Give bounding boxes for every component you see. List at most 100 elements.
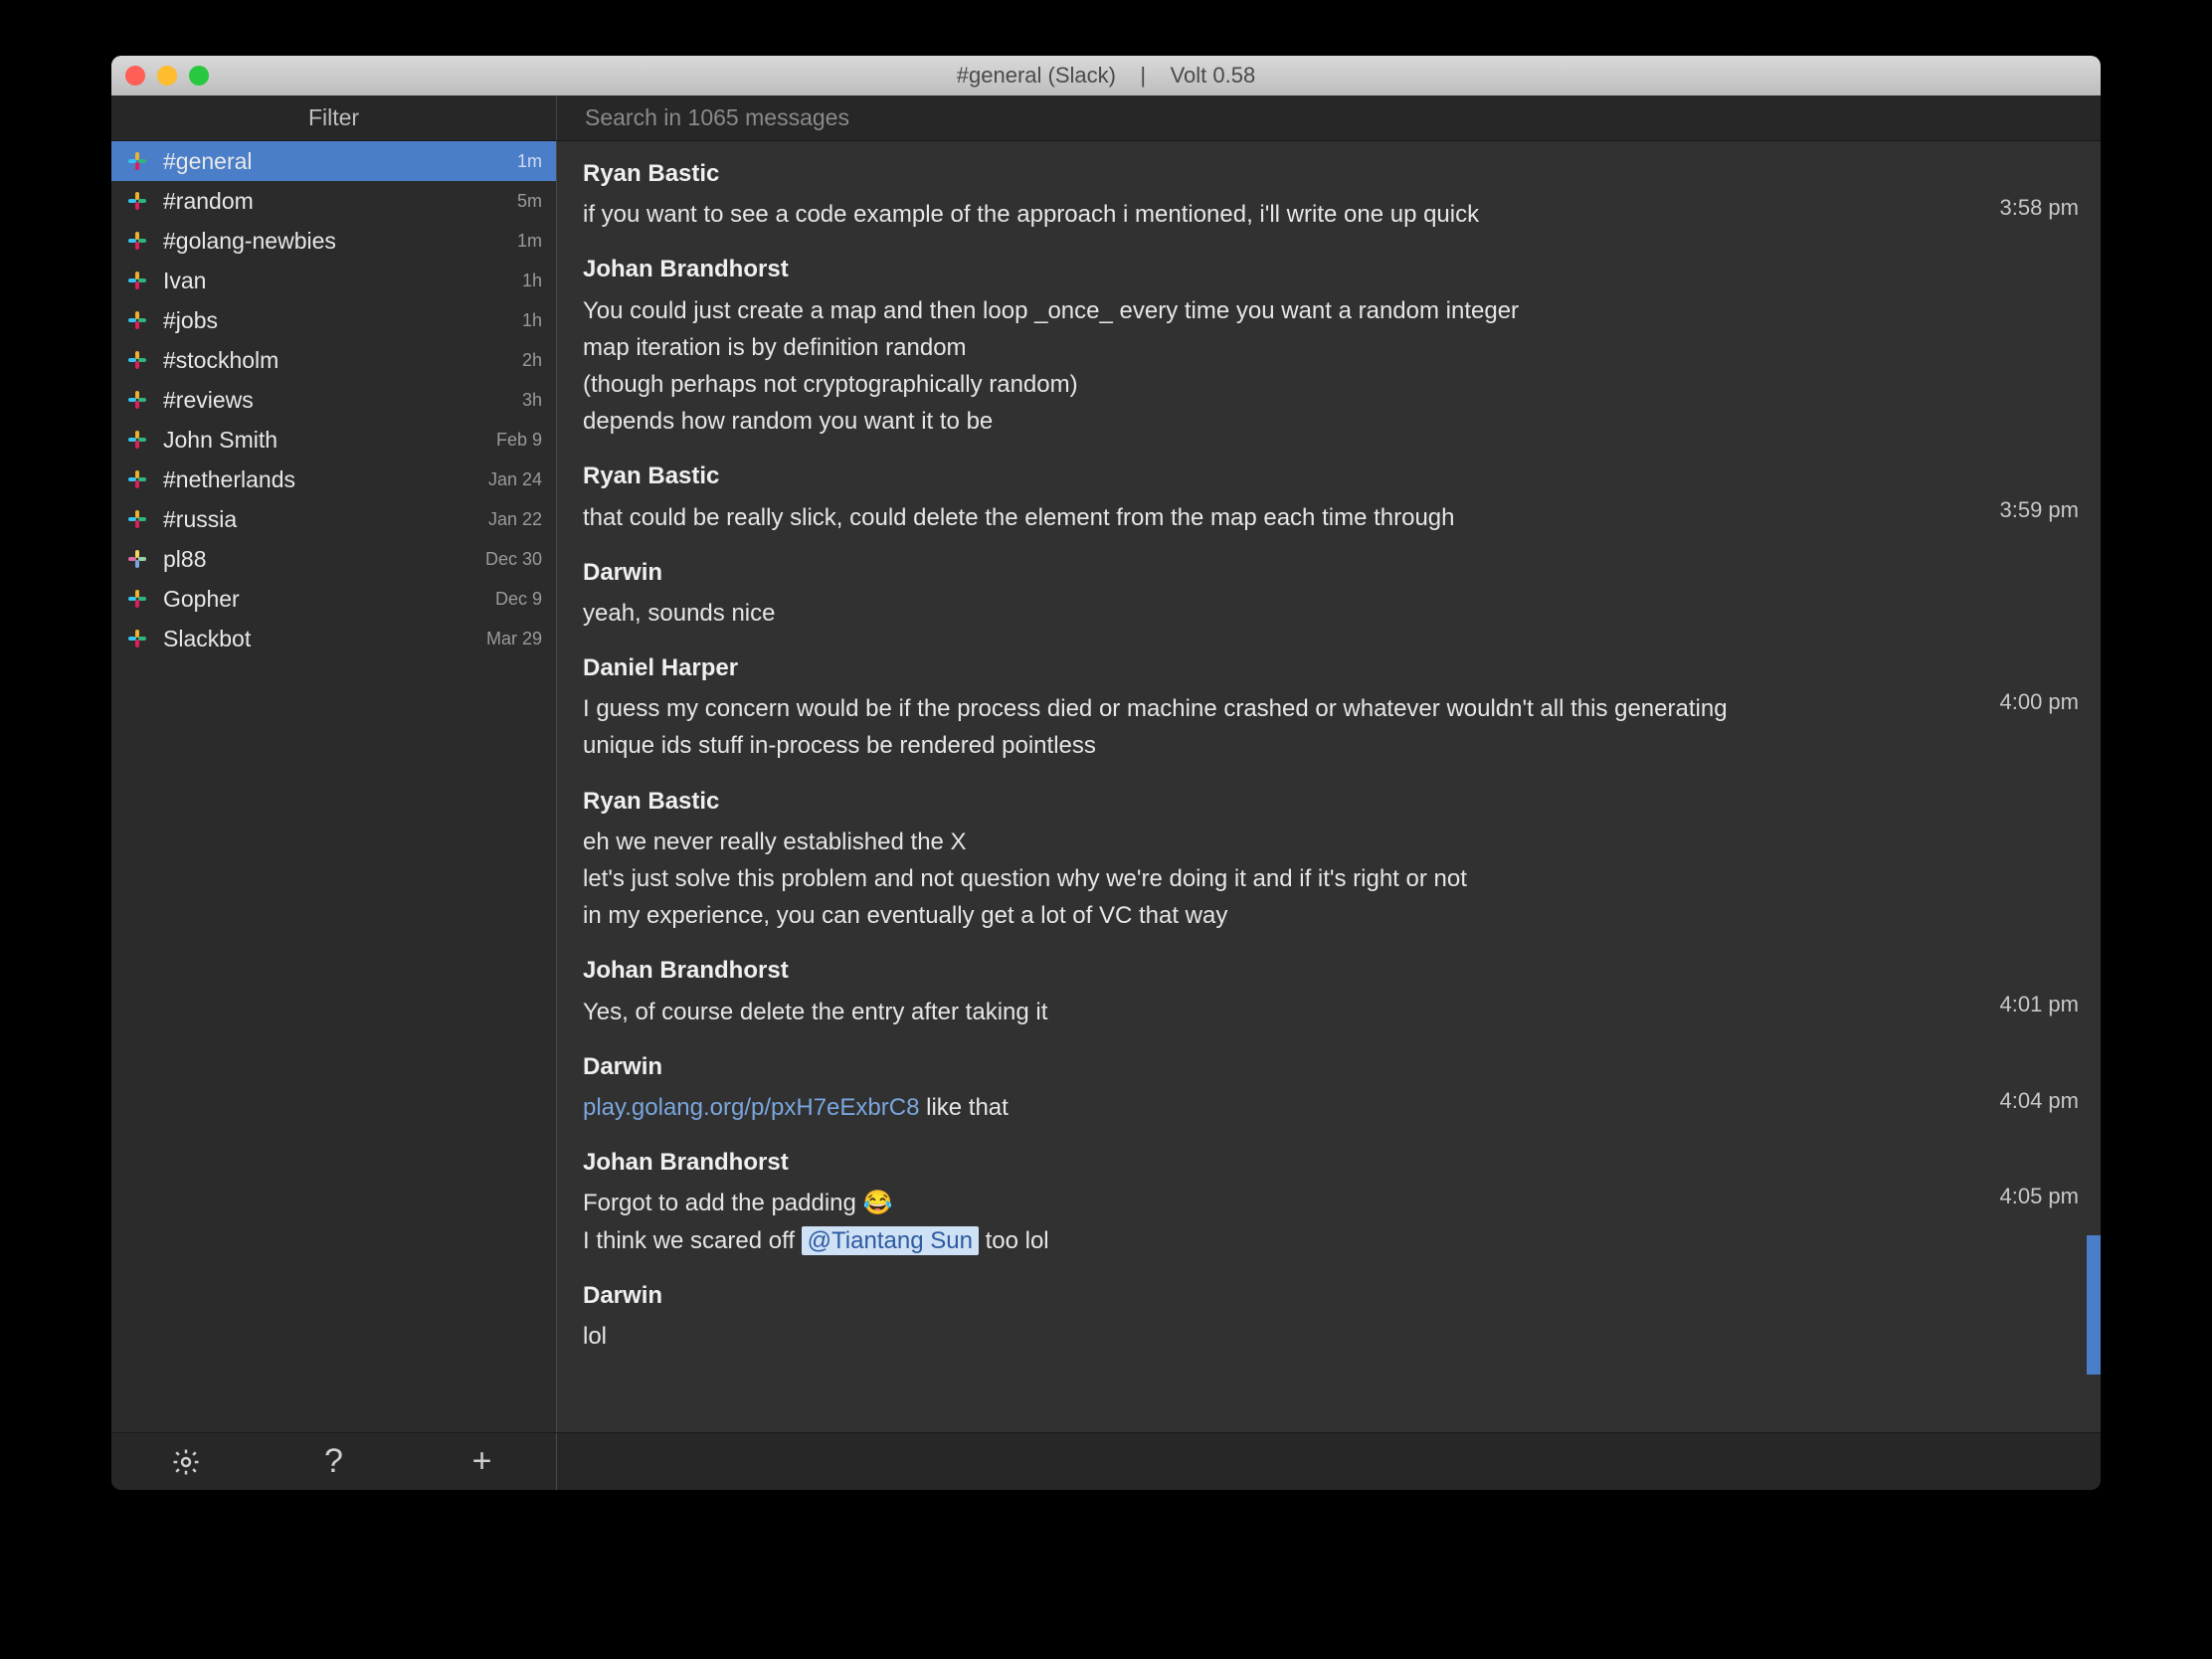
message-input[interactable]	[557, 1433, 2101, 1490]
channel-timestamp: 1h	[522, 310, 542, 331]
message-author: Darwin	[583, 1048, 2075, 1085]
channel-timestamp: 3h	[522, 390, 542, 411]
message-line: if you want to see a code example of the…	[583, 196, 1796, 233]
channel-name: #stockholm	[163, 347, 522, 374]
footer-controls: ? +	[111, 1433, 557, 1490]
message-group: Darwin lol	[583, 1277, 2075, 1355]
message-line: play.golang.org/p/pxH7eExbrC8 like that	[583, 1089, 1796, 1126]
message-line: Yes, of course delete the entry after ta…	[583, 994, 1796, 1030]
settings-button[interactable]	[111, 1433, 260, 1490]
channel-timestamp: Jan 22	[488, 509, 542, 530]
sidebar-item[interactable]: #random 5m	[111, 181, 556, 221]
window-title: #general (Slack) | Volt 0.58	[957, 63, 1255, 89]
message-author: Daniel Harper	[583, 649, 2075, 686]
sidebar-item[interactable]: pl88 Dec 30	[111, 539, 556, 579]
sidebar: #general 1m #random 5m #golang-newbies 1…	[111, 141, 557, 1432]
message-author: Darwin	[583, 1277, 2075, 1314]
message-author: Johan Brandhorst	[583, 1144, 2075, 1181]
slack-icon	[125, 507, 149, 531]
sidebar-item[interactable]: Slackbot Mar 29	[111, 619, 556, 658]
channel-timestamp: Feb 9	[496, 430, 542, 451]
message-group: Johan Brandhorst4:05 pmForgot to add the…	[583, 1144, 2075, 1259]
message-line: lol	[583, 1318, 1796, 1355]
channel-name: #random	[163, 188, 517, 215]
footer: ? +	[111, 1432, 2101, 1490]
sidebar-item[interactable]: #russia Jan 22	[111, 499, 556, 539]
gear-icon	[171, 1447, 201, 1477]
channel-timestamp: 1m	[517, 151, 542, 172]
message-author: Johan Brandhorst	[583, 952, 2075, 989]
sidebar-item[interactable]: Ivan 1h	[111, 261, 556, 300]
slack-icon	[125, 308, 149, 332]
message-line: I think we scared off @Tiantang Sun too …	[583, 1222, 1796, 1259]
message-author: Darwin	[583, 554, 2075, 591]
message-group: Daniel Harper4:00 pmI guess my concern w…	[583, 649, 2075, 765]
channel-timestamp: 1m	[517, 231, 542, 252]
message-pane: Ryan Bastic3:58 pmif you want to see a c…	[557, 141, 2101, 1432]
main-body: #general 1m #random 5m #golang-newbies 1…	[111, 141, 2101, 1432]
slack-icon	[125, 467, 149, 491]
maximize-window-button[interactable]	[189, 66, 209, 86]
slack-icon	[125, 547, 149, 571]
message-timestamp: 4:04 pm	[2000, 1084, 2080, 1118]
message-line: I guess my concern would be if the proce…	[583, 690, 1796, 764]
message-link[interactable]: play.golang.org/p/pxH7eExbrC8	[583, 1094, 919, 1121]
slack-icon	[125, 229, 149, 253]
channel-name: #reviews	[163, 387, 522, 414]
close-window-button[interactable]	[125, 66, 145, 86]
message-line: that could be really slick, could delete…	[583, 499, 1796, 536]
sidebar-item[interactable]: Gopher Dec 9	[111, 579, 556, 619]
channel-name: John Smith	[163, 427, 496, 454]
slack-icon	[125, 269, 149, 292]
message-group: Ryan Bastic3:59 pmthat could be really s…	[583, 458, 2075, 535]
slack-icon	[125, 587, 149, 611]
message-author: Ryan Bastic	[583, 458, 2075, 494]
slack-icon	[125, 348, 149, 372]
window-controls	[125, 66, 209, 86]
message-author: Ryan Bastic	[583, 155, 2075, 192]
message-line: yeah, sounds nice	[583, 595, 1796, 632]
channel-name: #jobs	[163, 307, 522, 334]
channel-timestamp: 2h	[522, 350, 542, 371]
channel-timestamp: Dec 9	[495, 589, 542, 610]
toolbar: Filter Search in 1065 messages	[111, 95, 2101, 141]
message-group: Johan Brandhorst4:01 pmYes, of course de…	[583, 952, 2075, 1029]
message-line: eh we never really established the X	[583, 824, 1796, 860]
slack-icon	[125, 149, 149, 173]
sidebar-item[interactable]: #stockholm 2h	[111, 340, 556, 380]
sidebar-item[interactable]: #golang-newbies 1m	[111, 221, 556, 261]
sidebar-item[interactable]: John Smith Feb 9	[111, 420, 556, 460]
message-line: depends how random you want it to be	[583, 403, 1796, 440]
message-list[interactable]: Ryan Bastic3:58 pmif you want to see a c…	[557, 141, 2101, 1432]
sidebar-item[interactable]: #jobs 1h	[111, 300, 556, 340]
sidebar-item[interactable]: #general 1m	[111, 141, 556, 181]
message-group: Darwin4:04 pmplay.golang.org/p/pxH7eExbr…	[583, 1048, 2075, 1126]
channel-timestamp: Mar 29	[486, 629, 542, 649]
sidebar-item[interactable]: #reviews 3h	[111, 380, 556, 420]
message-group: Darwin yeah, sounds nice	[583, 554, 2075, 632]
message-line: let's just solve this problem and not qu…	[583, 860, 1796, 897]
add-button[interactable]: +	[408, 1433, 556, 1490]
minimize-window-button[interactable]	[157, 66, 177, 86]
scrollbar-thumb[interactable]	[2087, 1235, 2101, 1375]
channel-name: pl88	[163, 546, 485, 573]
channel-name: #general	[163, 148, 517, 175]
message-line: map iteration is by definition random	[583, 329, 1796, 366]
channel-timestamp: Dec 30	[485, 549, 542, 570]
slack-icon	[125, 189, 149, 213]
message-line: Forgot to add the padding 😂	[583, 1185, 1796, 1221]
message-line: (though perhaps not cryptographically ra…	[583, 366, 1796, 403]
slack-icon	[125, 428, 149, 452]
channel-name: Slackbot	[163, 626, 486, 652]
message-timestamp: 4:05 pm	[2000, 1180, 2080, 1213]
sidebar-item[interactable]: #netherlands Jan 24	[111, 460, 556, 499]
search-input[interactable]: Search in 1065 messages	[557, 95, 2101, 140]
filter-input[interactable]: Filter	[111, 95, 557, 140]
user-mention[interactable]: @Tiantang Sun	[802, 1226, 979, 1255]
channel-timestamp: 5m	[517, 191, 542, 212]
channel-timestamp: Jan 24	[488, 469, 542, 490]
channel-name: #russia	[163, 506, 488, 533]
message-group: Ryan Basticeh we never really establishe…	[583, 783, 2075, 935]
slack-icon	[125, 388, 149, 412]
help-button[interactable]: ?	[260, 1433, 408, 1490]
